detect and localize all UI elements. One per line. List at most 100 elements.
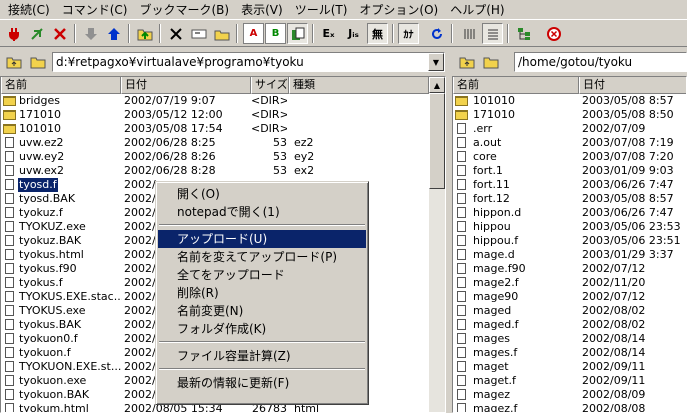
col-size[interactable]: サイズ bbox=[251, 77, 289, 94]
table-row[interactable]: 171010 2003/05/08 8:50 bbox=[453, 108, 686, 122]
menu-item[interactable]: 表示(V) bbox=[235, 1, 289, 19]
quick-connect-icon[interactable] bbox=[26, 23, 47, 44]
context-menu-item[interactable]: アップロード(U) bbox=[158, 230, 366, 248]
kana-button[interactable]: ｶﾅ bbox=[398, 23, 419, 44]
table-row[interactable]: 101010 2003/05/08 8:57 bbox=[453, 94, 686, 108]
stop-icon[interactable] bbox=[543, 23, 564, 44]
col-date[interactable]: 日付 bbox=[121, 77, 251, 94]
up-folder-icon[interactable] bbox=[134, 23, 155, 44]
context-menu-item[interactable]: 開く(O) bbox=[158, 185, 366, 203]
table-row[interactable]: maget 2002/09/11 bbox=[453, 360, 686, 374]
file-date: 2002/06/28 8:26 bbox=[124, 150, 216, 163]
file-date: 2002/07/12 bbox=[582, 290, 646, 303]
table-row[interactable]: mage90 2002/07/12 bbox=[453, 290, 686, 304]
file-date: 2002/06/28 8:28 bbox=[124, 164, 216, 177]
menu-item[interactable]: オプション(O) bbox=[353, 1, 444, 19]
file-icon bbox=[5, 361, 14, 372]
file-date: 2002/08/14 bbox=[582, 346, 646, 359]
menu-item[interactable]: ツール(T) bbox=[289, 1, 354, 19]
remote-open-folder-icon[interactable] bbox=[480, 52, 501, 72]
menu-divider bbox=[159, 224, 365, 226]
table-row[interactable]: maged.f 2002/08/02 bbox=[453, 318, 686, 332]
table-row[interactable]: .err 2002/07/09 bbox=[453, 122, 686, 136]
table-row[interactable]: uvw.ez2 2002/06/28 8:25 53 ez2 bbox=[1, 136, 445, 150]
local-path-dropdown-icon[interactable]: ▼ bbox=[428, 53, 444, 71]
mode-b-button[interactable]: B bbox=[265, 23, 286, 44]
table-row[interactable]: core 2003/07/08 7:20 bbox=[453, 150, 686, 164]
jis-button[interactable]: Jᵢₛ bbox=[343, 23, 364, 44]
rename-icon[interactable] bbox=[188, 23, 209, 44]
remote-parent-folder-icon[interactable] bbox=[456, 52, 477, 72]
detail-view-icon[interactable] bbox=[482, 23, 503, 44]
table-row[interactable]: fort.12 2003/05/08 8:57 bbox=[453, 192, 686, 206]
context-menu-item[interactable]: 全てをアップロード bbox=[158, 266, 366, 284]
table-row[interactable]: fort.1 2003/01/09 9:03 bbox=[453, 164, 686, 178]
disconnect-icon[interactable] bbox=[49, 23, 70, 44]
col-name[interactable]: 名前 bbox=[453, 77, 579, 94]
file-size: <DIR> bbox=[251, 122, 287, 135]
delete-icon[interactable] bbox=[165, 23, 186, 44]
parent-folder-icon[interactable] bbox=[3, 52, 24, 72]
table-row[interactable]: fort.11 2003/06/26 7:47 bbox=[453, 178, 686, 192]
table-row[interactable]: a.out 2003/07/08 7:19 bbox=[453, 136, 686, 150]
euc-button[interactable]: Eₓ bbox=[318, 23, 339, 44]
menu-item[interactable]: コマンド(C) bbox=[56, 1, 134, 19]
table-row[interactable]: 101010 2003/05/08 17:54 <DIR> bbox=[1, 122, 445, 136]
table-row[interactable]: hippou 2003/05/06 23:53 bbox=[453, 220, 686, 234]
table-row[interactable]: maged 2002/08/02 bbox=[453, 304, 686, 318]
file-icon bbox=[5, 179, 14, 190]
table-row[interactable]: mage.f90 2002/07/12 bbox=[453, 262, 686, 276]
col-date[interactable]: 日付 bbox=[579, 77, 686, 94]
file-date: 2002/07/12 bbox=[582, 262, 646, 275]
remote-path-input[interactable]: /home/gotou/tyoku bbox=[514, 52, 687, 72]
file-name: fort.11 bbox=[473, 178, 510, 191]
table-row[interactable]: mages 2002/08/14 bbox=[453, 332, 686, 346]
local-scrollbar[interactable]: ▲ bbox=[429, 77, 445, 412]
file-name: tyokus.html bbox=[19, 248, 84, 261]
file-date: 2003/06/26 7:47 bbox=[582, 206, 674, 219]
table-row[interactable]: uvw.ex2 2002/06/28 8:28 53 ex2 bbox=[1, 164, 445, 178]
table-row[interactable]: magez 2002/08/09 bbox=[453, 388, 686, 402]
context-menu-item[interactable]: フォルダ作成(K) bbox=[158, 320, 366, 338]
table-row[interactable]: magez.f 2002/08/08 bbox=[453, 402, 686, 412]
table-row[interactable]: mages.f 2002/08/14 bbox=[453, 346, 686, 360]
table-row[interactable]: hippon.d 2003/06/26 7:47 bbox=[453, 206, 686, 220]
context-menu-item[interactable]: ファイル容量計算(Z) bbox=[158, 347, 366, 365]
context-menu-item[interactable]: 最新の情報に更新(F) bbox=[158, 374, 366, 392]
context-menu-item[interactable]: 削除(R) bbox=[158, 284, 366, 302]
connect-icon[interactable] bbox=[3, 23, 24, 44]
mode-auto-icon[interactable] bbox=[287, 23, 308, 44]
remote-file-list[interactable]: 名前 日付 101010 2003/05/08 8:57 171010 2003/05… bbox=[452, 76, 687, 413]
local-path-input[interactable]: d:¥retpagxo¥virtualave¥programo¥tyoku bbox=[52, 52, 445, 72]
table-row[interactable]: mage2.f 2002/11/20 bbox=[453, 276, 686, 290]
table-row[interactable]: bridges 2002/07/19 9:07 <DIR> bbox=[1, 94, 445, 108]
col-type[interactable]: 種類 bbox=[289, 77, 429, 94]
menu-item[interactable]: ヘルプ(H) bbox=[444, 1, 510, 19]
col-name[interactable]: 名前 bbox=[1, 77, 121, 94]
table-row[interactable]: maget.f 2002/09/11 bbox=[453, 374, 686, 388]
context-menu-item[interactable]: 名前を変えてアップロード(P) bbox=[158, 248, 366, 266]
file-date: 2002/07/19 9:07 bbox=[124, 94, 216, 107]
table-row[interactable]: uvw.ey2 2002/06/28 8:26 53 ey2 bbox=[1, 150, 445, 164]
menu-item[interactable]: 接続(C) bbox=[2, 1, 56, 19]
open-folder-icon[interactable] bbox=[27, 52, 48, 72]
table-row[interactable]: 171010 2003/05/12 12:00 <DIR> bbox=[1, 108, 445, 122]
file-icon bbox=[457, 249, 466, 260]
download-icon[interactable] bbox=[80, 23, 101, 44]
no-convert-button[interactable]: 無 bbox=[367, 23, 388, 44]
context-menu-item[interactable]: 名前変更(N) bbox=[158, 302, 366, 320]
mode-a-button[interactable]: A bbox=[243, 23, 264, 44]
file-type: ez2 bbox=[294, 136, 314, 149]
scroll-up-icon[interactable]: ▲ bbox=[429, 77, 445, 93]
menu-item[interactable]: ブックマーク(B) bbox=[134, 1, 236, 19]
context-menu-item[interactable]: notepadで開く(1) bbox=[158, 203, 366, 221]
list-view-icon[interactable] bbox=[459, 23, 480, 44]
upload-icon[interactable] bbox=[103, 23, 124, 44]
new-folder-icon[interactable] bbox=[211, 23, 232, 44]
refresh-icon[interactable] bbox=[426, 23, 447, 44]
tree-view-icon[interactable] bbox=[513, 23, 534, 44]
file-date: 2003/07/08 7:20 bbox=[582, 150, 674, 163]
table-row[interactable]: hippou.f 2003/05/06 23:51 bbox=[453, 234, 686, 248]
table-row[interactable]: mage.d 2003/01/29 3:37 bbox=[453, 248, 686, 262]
scroll-thumb[interactable] bbox=[429, 93, 445, 189]
